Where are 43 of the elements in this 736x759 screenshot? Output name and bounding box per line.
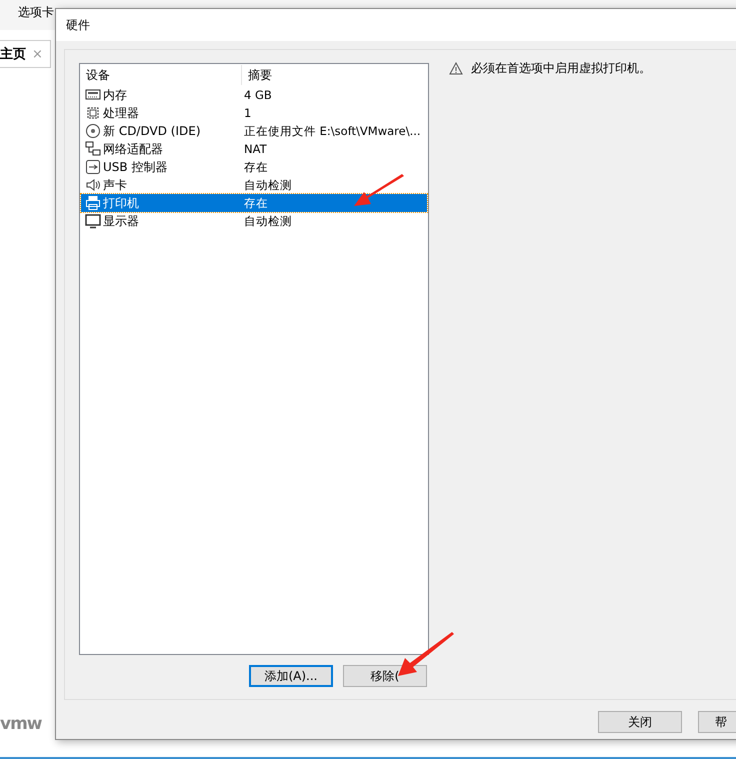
device-summary: 1 — [243, 106, 252, 120]
column-header[interactable]: 设备 — [80, 65, 242, 85]
help-button[interactable]: 帮 — [698, 711, 736, 733]
device-row[interactable]: 新 CD/DVD (IDE) 正在使用文件 E:\soft\VMware\... — [81, 122, 427, 140]
device-name: 内存 — [103, 86, 127, 104]
device-row[interactable]: 显示器 自动检测 — [81, 212, 427, 230]
printer-icon — [85, 195, 101, 211]
device-row[interactable]: 处理器 1 — [81, 104, 427, 122]
sound-icon — [85, 177, 101, 193]
device-row[interactable]: 网络适配器 NAT — [81, 140, 427, 158]
column-header[interactable]: 摘要 — [242, 66, 272, 84]
device-summary: 自动检测 — [243, 214, 292, 228]
device-summary: 存在 — [243, 160, 268, 174]
network-icon — [85, 141, 101, 157]
device-name: USB 控制器 — [103, 158, 168, 176]
disc-icon — [85, 123, 101, 139]
notice-text: 必须在首选项中启用虚拟打印机。 — [471, 60, 651, 77]
window-title: 硬件 — [66, 16, 90, 34]
device-name: 打印机 — [103, 194, 139, 212]
device-summary: 自动检测 — [243, 178, 292, 192]
device-row[interactable]: 内存 4 GB — [81, 86, 427, 104]
device-summary: NAT — [243, 142, 267, 156]
usb-icon — [85, 159, 101, 175]
device-name: 处理器 — [103, 104, 139, 122]
device-name: 网络适配器 — [103, 140, 163, 158]
add-button[interactable]: 添加(A)... — [249, 665, 333, 687]
device-summary: 正在使用文件 E:\soft\VMware\... — [243, 124, 421, 138]
cpu-icon — [85, 105, 101, 121]
device-summary: 存在 — [243, 196, 268, 210]
logo-text: vmw — [0, 714, 42, 734]
device-name: 显示器 — [103, 212, 139, 230]
remove-button[interactable]: 移除( — [343, 665, 427, 687]
warning-icon — [449, 62, 463, 75]
device-row[interactable]: 打印机 存在 — [81, 194, 427, 212]
device-row[interactable]: USB 控制器 存在 — [81, 158, 427, 176]
home-tab[interactable]: 主页 × — [0, 40, 51, 68]
menu-item[interactable]: 选项卡 — [18, 4, 54, 21]
device-row[interactable]: 声卡 自动检测 — [81, 176, 427, 194]
device-name: 声卡 — [103, 176, 127, 194]
device-summary: 4 GB — [243, 88, 272, 102]
device-name: 新 CD/DVD (IDE) — [103, 122, 200, 140]
close-button[interactable]: 关闭 — [598, 711, 682, 733]
display-icon — [85, 213, 101, 229]
